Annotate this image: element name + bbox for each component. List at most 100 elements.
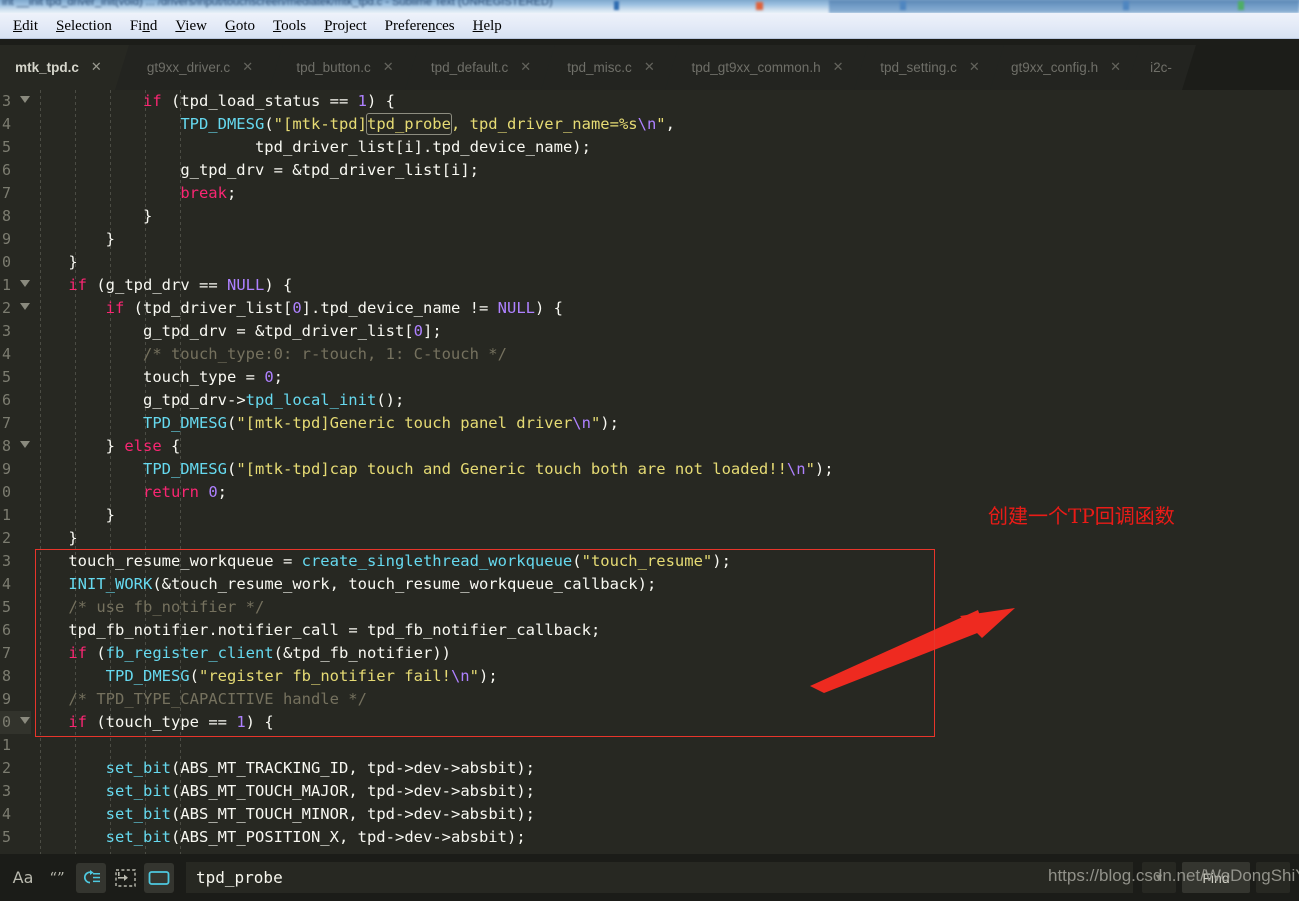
code-line[interactable]: tpd_driver_list[i].tpd_device_name); [31,136,1299,159]
line-number-text: 7 [2,644,12,662]
tab-close-icon[interactable]: ✕ [242,60,253,75]
line-number-text: 4 [2,345,12,363]
code-line[interactable]: break; [31,182,1299,205]
line-number-text: 1 [2,736,12,754]
find-history-dropdown[interactable]: ▼ [1142,862,1176,893]
tab-label: tpd_default.c [430,60,509,75]
code-content[interactable]: if (tpd_load_status == 1) { TPD_DMESG("[… [31,90,1299,854]
fold-triangle-icon[interactable] [20,303,30,310]
tab-tpd-setting-c[interactable]: tpd_setting.c ✕ [854,45,1006,90]
code-line[interactable]: TPD_DMESG("[mtk-tpd]Generic touch panel … [31,412,1299,435]
menu-item-find[interactable]: Find [121,14,167,38]
line-number-text: 8 [2,667,12,685]
code-line[interactable]: /* TPD_TYPE_CAPACITIVE handle */ [31,688,1299,711]
menu-item-help[interactable]: Help [464,14,511,38]
find-button[interactable]: Find [1182,862,1250,893]
titlebar-artifact [900,1,906,10]
whole-word-icon[interactable]: “” [42,863,72,893]
tab-label: tpd_misc.c [567,60,632,75]
line-number-text: 5 [2,138,12,156]
tab-label: tpd_setting.c [880,60,957,75]
code-line[interactable]: set_bit(ABS_MT_TOUCH_MINOR, tpd->dev->ab… [31,803,1299,826]
menu-item-view[interactable]: View [166,14,216,38]
fold-triangle-icon[interactable] [20,717,30,724]
code-line[interactable]: TPD_DMESG("[mtk-tpd]cap touch and Generi… [31,458,1299,481]
line-number-text: 5 [2,828,12,846]
menu-item-tools[interactable]: Tools [264,14,315,38]
code-line[interactable]: INIT_WORK(&touch_resume_work, touch_resu… [31,573,1299,596]
line-number: 7 [0,182,31,205]
code-line[interactable]: set_bit(ABS_MT_TOUCH_MAJOR, tpd->dev->ab… [31,780,1299,803]
code-line[interactable]: g_tpd_drv = &tpd_driver_list[0]; [31,320,1299,343]
code-line[interactable]: if (g_tpd_drv == NULL) { [31,274,1299,297]
line-number-text: 8 [2,207,12,225]
tab-mtk-tpd-c[interactable]: mtk_tpd.c ✕ [0,45,131,90]
code-line[interactable]: TPD_DMESG("[mtk-tpd]tpd_probe, tpd_drive… [31,113,1299,136]
case-sensitive-icon[interactable]: Aa [8,863,38,893]
highlight-results-icon[interactable] [144,862,174,893]
line-number: 9 [0,458,31,481]
code-line[interactable]: } [31,205,1299,228]
wrap-search-icon[interactable] [76,862,106,893]
code-line[interactable]: /* touch_type:0: r-touch, 1: C-touch */ [31,343,1299,366]
line-number-text: 2 [2,759,12,777]
tab-label: gt9xx_driver.c [146,60,231,75]
menu-item-edit[interactable]: Edit [4,14,47,38]
tab-close-icon[interactable]: ✕ [644,60,655,75]
tab-gt9xx-driver-c[interactable]: gt9xx_driver.c ✕ [115,45,285,90]
fold-triangle-icon[interactable] [20,96,30,103]
code-line[interactable]: TPD_DMESG("register fb_notifier fail!\n"… [31,665,1299,688]
code-line[interactable]: tpd_fb_notifier.notifier_call = tpd_fb_n… [31,619,1299,642]
menu-item-preferences[interactable]: Preferences [376,14,464,38]
find-options-dropdown[interactable] [1256,862,1290,893]
fold-triangle-icon[interactable] [20,441,30,448]
line-number-text: 9 [2,690,12,708]
search-input[interactable] [186,862,1133,893]
annotation-label: 创建一个TP回调函数 [988,504,1175,528]
menu-item-goto[interactable]: Goto [216,14,264,38]
code-line[interactable]: } [31,251,1299,274]
tab-close-icon[interactable]: ✕ [969,60,980,75]
tab-close-icon[interactable]: ✕ [520,60,531,75]
code-editor[interactable]: 3 4 5 6 7 8 9 0 1 2 3 4 5 6 7 8 9 0 1 2 3 4 5 6 7 8 9 0 1 2 3 4 5 if (tp… [0,90,1299,854]
tab-tpd-misc-c[interactable]: tpd_misc.c ✕ [541,45,681,90]
find-bar[interactable]: Aa “” ▼ Find [0,854,1299,901]
code-line[interactable]: touch_type = 0; [31,366,1299,389]
code-line[interactable]: if (fb_register_client(&tpd_fb_notifier)… [31,642,1299,665]
code-line[interactable]: if (tpd_driver_list[0].tpd_device_name !… [31,297,1299,320]
line-number: 8 [0,435,31,458]
line-number-text: 4 [2,115,12,133]
line-number: 2 [0,527,31,550]
tab-tpd-button-c[interactable]: tpd_button.c ✕ [269,45,421,90]
tab-close-icon[interactable]: ✕ [1110,60,1121,75]
code-line[interactable]: /* use fb_notifier */ [31,596,1299,619]
line-number: 4 [0,803,31,826]
code-line[interactable]: } else { [31,435,1299,458]
code-line[interactable]: } [31,527,1299,550]
line-number: 0 [0,481,31,504]
tab-tpd-default-c[interactable]: tpd_default.c ✕ [405,45,557,90]
code-line[interactable]: set_bit(ABS_MT_POSITION_X, tpd->dev->abs… [31,826,1299,849]
code-line[interactable] [31,734,1299,757]
tab-close-icon[interactable]: ✕ [833,60,844,75]
tab-close-icon[interactable]: ✕ [91,60,102,75]
tab-close-icon[interactable]: ✕ [383,60,394,75]
code-line[interactable]: set_bit(ABS_MT_TRACKING_ID, tpd->dev->ab… [31,757,1299,780]
code-line[interactable]: touch_resume_workqueue = create_singleth… [31,550,1299,573]
code-line[interactable]: if (tpd_load_status == 1) { [31,90,1299,113]
fold-triangle-icon[interactable] [20,280,30,287]
tab-gt9xx-config-h[interactable]: gt9xx_config.h ✕ [990,45,1142,90]
window-titlebar: int __init tpd_driver_init(void) ... /dr… [0,0,1299,13]
code-line[interactable]: } [31,228,1299,251]
code-line[interactable]: g_tpd_drv = &tpd_driver_list[i]; [31,159,1299,182]
line-number: 1 [0,504,31,527]
line-number: 2 [0,297,31,320]
line-number: 5 [0,136,31,159]
code-line[interactable]: if (touch_type == 1) { [31,711,1299,734]
code-line[interactable]: g_tpd_drv->tpd_local_init(); [31,389,1299,412]
menu-item-project[interactable]: Project [315,14,376,38]
in-selection-icon[interactable] [110,863,140,893]
tab-tpd-gt9xx-common-h[interactable]: tpd_gt9xx_common.h ✕ [665,45,870,90]
menu-item-selection[interactable]: Selection [47,14,121,38]
line-number: 8 [0,205,31,228]
